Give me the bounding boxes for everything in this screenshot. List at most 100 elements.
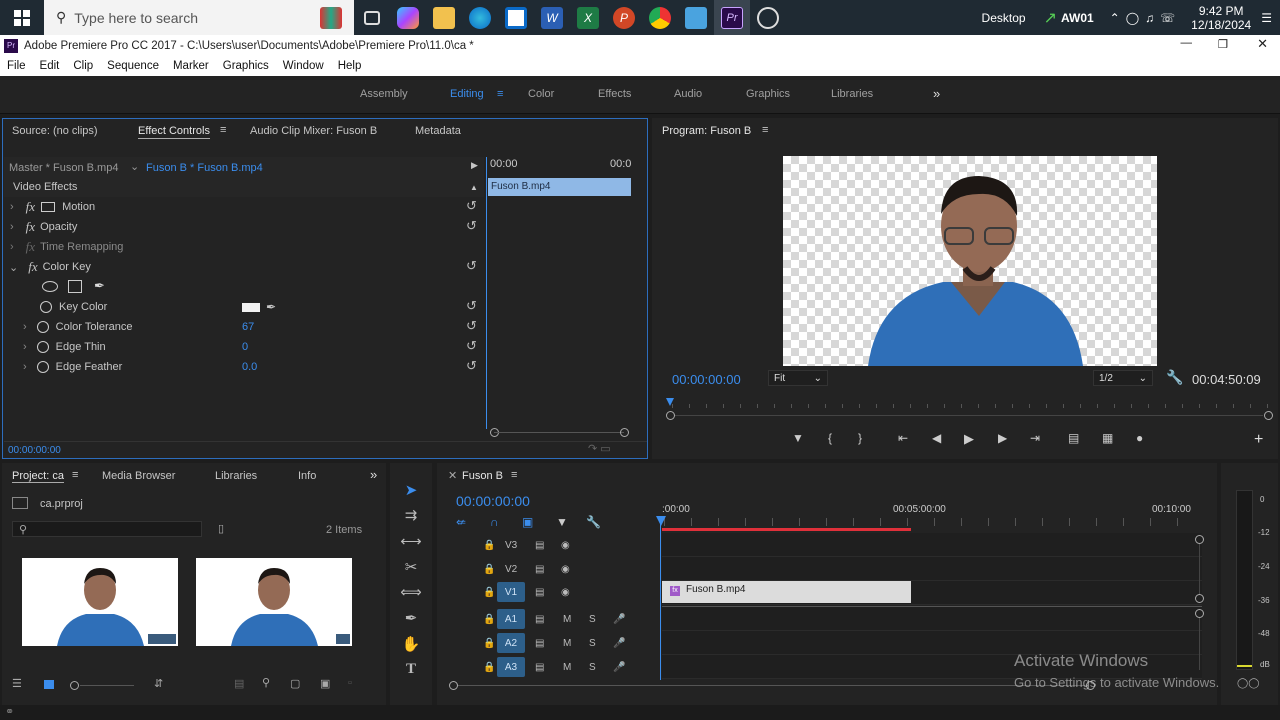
panel-menu-icon[interactable]: ≡ [72, 469, 78, 481]
tab-audio-clip-mixer[interactable]: Audio Clip Mixer: Fuson B [250, 125, 377, 137]
icon-view-icon[interactable] [44, 680, 54, 689]
menu-help[interactable]: Help [331, 60, 369, 72]
mute-button[interactable]: M [563, 614, 571, 625]
key-color-swatch[interactable] [242, 302, 260, 312]
trash-icon[interactable]: ▫ [348, 677, 352, 689]
mini-zoom-scrollbar[interactable] [490, 428, 629, 438]
mute-button[interactable]: M [563, 662, 571, 673]
solo-button[interactable]: S [589, 614, 596, 625]
workspace-color[interactable]: Color [528, 88, 554, 100]
reset-icon[interactable]: ↺ [466, 298, 477, 314]
workspace-assembly[interactable]: Assembly [360, 88, 408, 100]
mini-playhead[interactable] [486, 157, 487, 429]
program-video-frame[interactable] [783, 156, 1157, 366]
new-item-icon[interactable]: ▣ [320, 677, 330, 690]
more-tabs-icon[interactable]: » [370, 467, 377, 482]
timeline-settings-icon[interactable]: 🔧 [586, 515, 601, 529]
solo-button[interactable]: S [589, 638, 596, 649]
store-icon[interactable] [498, 0, 534, 35]
eye-icon[interactable]: ◉ [561, 540, 570, 551]
stopwatch-icon[interactable] [40, 301, 52, 313]
microphone-icon[interactable]: 🎤 [613, 614, 625, 625]
add-marker-icon[interactable]: ▼ [556, 515, 568, 529]
reset-icon[interactable]: ↺ [466, 258, 477, 274]
hand-tool-icon[interactable]: ✋ [400, 633, 422, 655]
menu-file[interactable]: File [0, 60, 33, 72]
track-label[interactable]: A1 [497, 609, 525, 629]
recorder-icon[interactable] [750, 0, 786, 35]
sequence-thumbnail[interactable] [196, 558, 352, 646]
reset-icon[interactable]: ↺ [466, 318, 477, 334]
list-view-icon[interactable]: ☰ [12, 677, 22, 690]
timeline-ruler-ticks[interactable] [664, 518, 1204, 526]
timeline-clip[interactable]: fx Fuson B.mp4 [662, 581, 911, 603]
linked-selection-icon[interactable]: ▣ [522, 515, 533, 529]
mute-button[interactable]: M [563, 638, 571, 649]
reset-icon[interactable]: ↺ [466, 198, 477, 214]
edge-feather-value[interactable]: 0.0 [242, 361, 257, 373]
word-icon[interactable]: W [534, 0, 570, 35]
edge-icon[interactable] [462, 0, 498, 35]
lock-icon[interactable]: 🔒 [483, 638, 495, 649]
restore-button[interactable]: ❐ [1218, 37, 1228, 51]
effect-opacity[interactable]: › fx Opacity [4, 217, 484, 237]
tab-info[interactable]: Info [298, 470, 316, 482]
menu-graphics[interactable]: Graphics [216, 60, 276, 72]
workspace-menu-icon[interactable]: ≡ [497, 88, 503, 100]
project-search-input[interactable]: ⚲ [12, 521, 202, 537]
menu-marker[interactable]: Marker [166, 60, 216, 72]
master-clip-label[interactable]: Master * Fuson B.mp4 [9, 162, 118, 174]
menu-clip[interactable]: Clip [66, 60, 100, 72]
rectangle-mask-icon[interactable] [68, 280, 82, 293]
excel-icon[interactable]: X [570, 0, 606, 35]
mark-in-icon[interactable]: { [828, 431, 832, 445]
menu-edit[interactable]: Edit [33, 60, 67, 72]
step-back-icon[interactable]: ◀ [932, 431, 941, 445]
fx-icon[interactable]: fx [26, 199, 35, 215]
sort-icon[interactable]: ⇵ [154, 677, 163, 690]
workspace-effects[interactable]: Effects [598, 88, 631, 100]
zoom-slider-handle[interactable] [70, 681, 79, 690]
effect-time-remapping[interactable]: › fx Time Remapping [4, 237, 484, 257]
extract-icon[interactable]: ▦ [1102, 431, 1113, 445]
menu-window[interactable]: Window [276, 60, 331, 72]
program-monitor-title[interactable]: Program: Fuson B [662, 125, 751, 137]
transform-icon[interactable] [41, 202, 56, 212]
nest-icon[interactable]: ⇍ [456, 515, 466, 529]
track-label[interactable]: V3 [505, 540, 517, 551]
expand-arrow-icon[interactable]: › [4, 361, 27, 373]
lock-icon[interactable]: 🔒 [483, 614, 495, 625]
expanded-arrow-icon[interactable]: ⌄ [4, 261, 18, 274]
workspace-editing[interactable]: Editing [450, 88, 484, 100]
type-tool-icon[interactable]: T [400, 658, 422, 680]
selection-tool-icon[interactable]: ➤ [400, 479, 422, 501]
vertical-scroll-handle[interactable] [1195, 535, 1204, 544]
reset-icon[interactable]: ↺ [466, 218, 477, 234]
vertical-scroll-handle[interactable] [1195, 609, 1204, 618]
copilot-icon[interactable] [390, 0, 426, 35]
mini-clip-bar[interactable]: Fuson B.mp4 [488, 178, 631, 196]
reset-icon[interactable]: ↺ [466, 338, 477, 354]
go-to-out-icon[interactable]: ⇥ [1030, 431, 1040, 445]
new-bin-icon[interactable]: ▯ [218, 522, 224, 535]
program-time-ruler[interactable] [666, 398, 1273, 420]
automate-icon[interactable]: ▤ [234, 677, 244, 690]
sync-lock-icon[interactable]: ▤ [535, 662, 544, 673]
tab-media-browser[interactable]: Media Browser [102, 470, 175, 482]
task-view-icon[interactable] [354, 0, 390, 35]
chevron-down-icon[interactable]: ⌄ [130, 160, 139, 173]
sync-lock-icon[interactable]: ▤ [535, 587, 544, 598]
lock-icon[interactable]: 🔒 [483, 564, 495, 575]
zoom-slider[interactable] [80, 685, 134, 686]
lock-icon[interactable]: 🔒 [483, 587, 495, 598]
sync-lock-icon[interactable]: ▤ [535, 638, 544, 649]
sync-lock-icon[interactable]: ▤ [535, 540, 544, 551]
panel-menu-icon[interactable]: ≡ [511, 469, 517, 481]
stock-label[interactable]: AW01 [1061, 11, 1094, 25]
tab-metadata[interactable]: Metadata [415, 125, 461, 137]
notification-icon[interactable]: ☰ [1261, 11, 1272, 25]
powerpoint-icon[interactable]: P [606, 0, 642, 35]
microphone-icon[interactable]: 🎤 [613, 638, 625, 649]
track-select-tool-icon[interactable]: ⇉ [400, 504, 422, 526]
media-thumbnail[interactable] [22, 558, 178, 646]
